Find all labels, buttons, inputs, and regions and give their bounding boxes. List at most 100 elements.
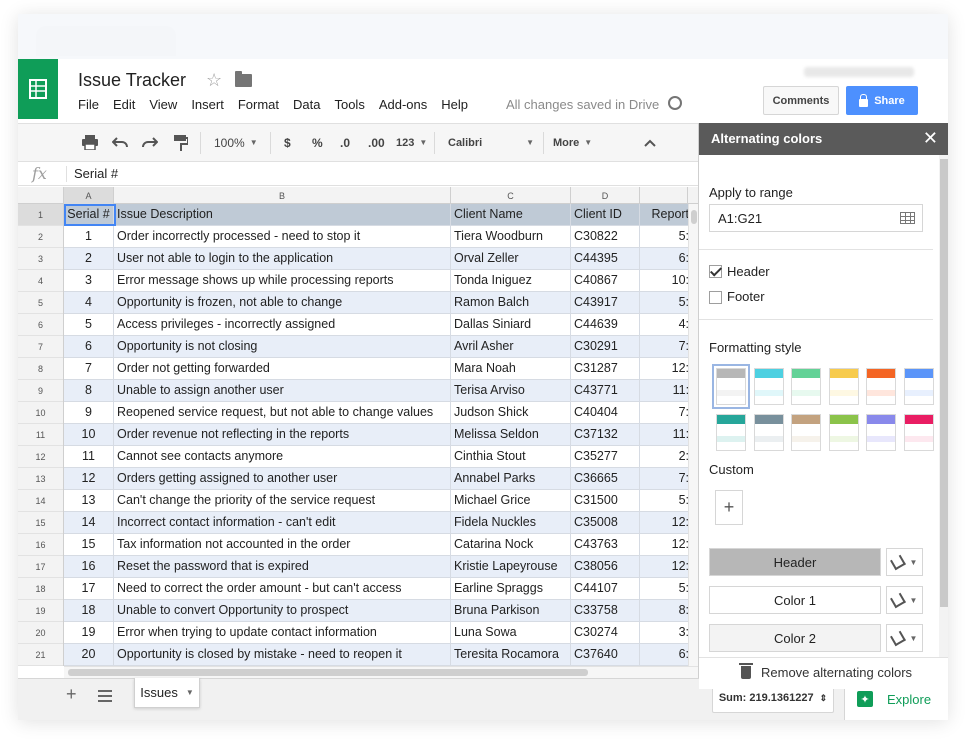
cell[interactable]: Orval Zeller [451, 248, 571, 270]
cell[interactable]: 5:0 [640, 490, 688, 512]
cell[interactable]: Cannot see contacts anymore [114, 446, 451, 468]
row-header[interactable]: 20 [18, 622, 63, 644]
cell[interactable]: C30822 [571, 226, 640, 248]
font-select[interactable]: Calibri ▼ [448, 124, 534, 161]
header-color-button[interactable]: Header [709, 548, 881, 576]
cell[interactable]: 12:1 [640, 358, 688, 380]
decrease-decimal-button[interactable]: .0 [340, 124, 350, 161]
row-header[interactable]: 9 [18, 380, 63, 402]
cell[interactable]: Unable to convert Opportunity to prospec… [114, 600, 451, 622]
select-all-corner[interactable] [18, 187, 64, 204]
scroll-thumb[interactable] [940, 159, 948, 607]
cell[interactable]: User not able to login to the applicatio… [114, 248, 451, 270]
cell[interactable]: 3:1 [640, 622, 688, 644]
cell[interactable]: 6:1 [640, 248, 688, 270]
row-header[interactable]: 16 [18, 534, 63, 556]
row-header[interactable]: 8 [18, 358, 63, 380]
sheet-tab-issues[interactable]: Issues ▼ [134, 678, 200, 708]
cell[interactable]: 5:0 [640, 292, 688, 314]
color1-button[interactable]: Color 1 [709, 586, 881, 614]
cell[interactable]: 9 [64, 402, 114, 424]
cell[interactable]: 6:5 [640, 644, 688, 666]
currency-button[interactable]: $ [284, 124, 291, 161]
cell[interactable]: Catarina Nock [451, 534, 571, 556]
row-header[interactable]: 14 [18, 490, 63, 512]
row-header[interactable]: 15 [18, 512, 63, 534]
cell[interactable]: Error when trying to update contact info… [114, 622, 451, 644]
row-header[interactable]: 6 [18, 314, 63, 336]
style-swatch[interactable] [866, 414, 896, 451]
style-swatch[interactable] [712, 364, 750, 409]
cell[interactable]: Order revenue not reflecting in the repo… [114, 424, 451, 446]
cell[interactable]: Tiera Woodburn [451, 226, 571, 248]
cell[interactable]: 7:5 [640, 402, 688, 424]
cell[interactable]: C30291 [571, 336, 640, 358]
cell[interactable]: C40867 [571, 270, 640, 292]
header-fill-color-button[interactable]: ▼ [886, 548, 923, 576]
row-header[interactable]: 17 [18, 556, 63, 578]
range-input[interactable]: A1:G21 [709, 204, 923, 232]
column-header-b[interactable]: B [114, 187, 451, 204]
percent-button[interactable]: % [312, 124, 323, 161]
style-swatch[interactable] [866, 368, 896, 405]
history-icon[interactable] [668, 96, 682, 110]
footer-checkbox[interactable] [709, 291, 722, 304]
cell[interactable]: C44395 [571, 248, 640, 270]
cell[interactable]: Bruna Parkison [451, 600, 571, 622]
cell[interactable]: 8 [64, 380, 114, 402]
account-email[interactable] [804, 67, 914, 77]
all-sheets-icon[interactable] [98, 690, 112, 702]
cell[interactable]: Client Name [451, 204, 571, 226]
folder-icon[interactable] [235, 71, 252, 87]
cell[interactable]: Cinthia Stout [451, 446, 571, 468]
paint-format-icon[interactable] [174, 124, 188, 161]
cell[interactable]: 14 [64, 512, 114, 534]
cell[interactable]: Fidela Nuckles [451, 512, 571, 534]
cell[interactable]: 16 [64, 556, 114, 578]
menu-format[interactable]: Format [238, 97, 279, 112]
cell[interactable]: C40404 [571, 402, 640, 424]
cell[interactable]: C43917 [571, 292, 640, 314]
cell[interactable]: Order incorrectly processed - need to st… [114, 226, 451, 248]
save-status[interactable]: All changes saved in Drive [506, 97, 659, 112]
style-swatch[interactable] [828, 414, 859, 451]
cell[interactable]: C37640 [571, 644, 640, 666]
cell[interactable]: 4:5 [640, 314, 688, 336]
row-header[interactable]: 18 [18, 578, 63, 600]
style-swatch[interactable] [716, 414, 746, 451]
number-format-select[interactable]: 123 ▼ [396, 124, 427, 161]
cell[interactable]: 19 [64, 622, 114, 644]
cell[interactable]: Serial # [64, 204, 114, 226]
style-swatch[interactable] [753, 414, 784, 451]
cell[interactable]: Orders getting assigned to another user [114, 468, 451, 490]
cell[interactable]: 7:3 [640, 336, 688, 358]
cell[interactable]: Need to correct the order amount - but c… [114, 578, 451, 600]
cell[interactable]: Reporte [640, 204, 688, 226]
cell[interactable]: 5 [64, 314, 114, 336]
cell[interactable]: C35008 [571, 512, 640, 534]
cell[interactable]: Unable to assign another user [114, 380, 451, 402]
sheets-logo-icon[interactable] [18, 59, 58, 119]
row-header[interactable]: 5 [18, 292, 63, 314]
cell[interactable]: C31500 [571, 490, 640, 512]
column-header-d[interactable]: D [571, 187, 640, 204]
cell[interactable]: Client ID [571, 204, 640, 226]
cell[interactable]: 11:0 [640, 424, 688, 446]
column-header-c[interactable]: C [451, 187, 571, 204]
scroll-thumb[interactable] [68, 669, 588, 676]
cell[interactable]: Luna Sowa [451, 622, 571, 644]
cell[interactable]: Opportunity is not closing [114, 336, 451, 358]
cell[interactable]: C37132 [571, 424, 640, 446]
row-header[interactable]: 3 [18, 248, 63, 270]
cell[interactable]: 10:2 [640, 270, 688, 292]
cell[interactable]: 5:5 [640, 226, 688, 248]
cell[interactable]: Tonda Iniguez [451, 270, 571, 292]
chevron-down-icon[interactable]: ▼ [186, 688, 194, 697]
cell[interactable]: 8:0 [640, 600, 688, 622]
add-custom-style-button[interactable]: + [715, 490, 743, 525]
row-header[interactable]: 1 [18, 204, 63, 226]
row-header[interactable]: 7 [18, 336, 63, 358]
collapse-toolbar-icon[interactable] [644, 124, 656, 161]
cell[interactable]: Opportunity is frozen, not able to chang… [114, 292, 451, 314]
panel-scrollbar[interactable] [939, 155, 948, 678]
